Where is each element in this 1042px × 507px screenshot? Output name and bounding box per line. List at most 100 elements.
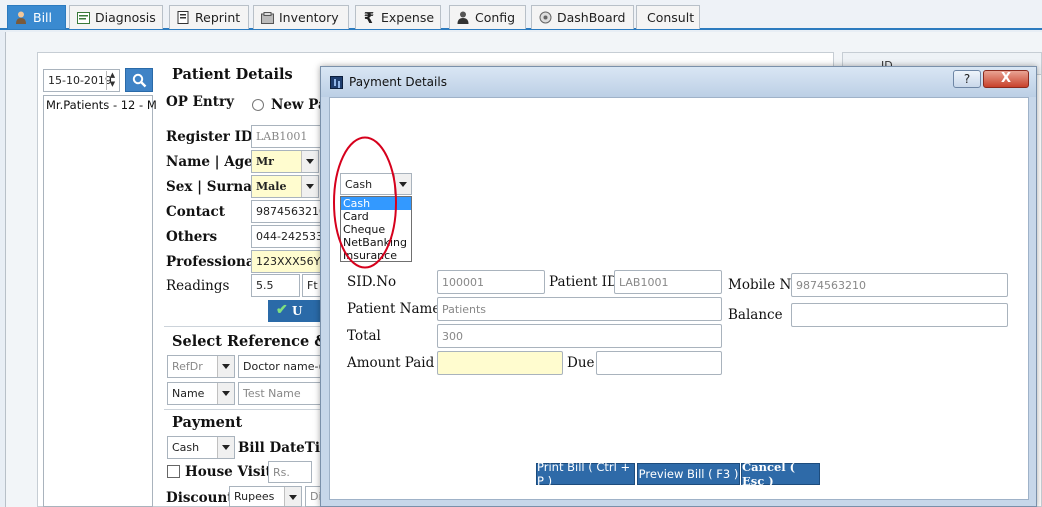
print-bill-button[interactable]: Print Bill ( Ctrl + P ) — [536, 460, 635, 488]
tab-config[interactable]: Config — [449, 5, 526, 29]
inventory-icon — [260, 11, 274, 25]
patient-name-field[interactable]: Patients — [437, 297, 722, 321]
page: { "tabs": [ {"label": "Bill", "icon": "p… — [0, 0, 1042, 507]
house-visit-amount[interactable]: Rs. — [268, 461, 312, 483]
patient-name-label: Patient Name — [347, 301, 441, 317]
tab-expense[interactable]: ₹ Expense — [355, 5, 441, 29]
tab-consult[interactable]: Consult — [636, 5, 700, 29]
reprint-icon — [176, 11, 190, 25]
sex-select[interactable]: Male — [251, 175, 319, 198]
person-icon — [14, 11, 28, 25]
sex-label: Sex | Surnai* — [166, 179, 264, 195]
patient-details-title: Patient Details — [172, 66, 293, 83]
update-button[interactable]: ✔ U — [268, 300, 321, 322]
patient-id-label: Patient ID — [549, 274, 618, 290]
chevron-down-icon — [289, 495, 297, 500]
annotation-circle — [333, 136, 397, 269]
sex-value: Male — [256, 180, 287, 193]
contact-field[interactable]: 9874563210 — [251, 200, 321, 223]
list-item[interactable]: Mr.Patients - 12 - M — [46, 98, 157, 112]
new-patient-radio[interactable] — [252, 99, 264, 111]
date-picker[interactable]: 15-10-2019 ▲ ▼ — [43, 69, 120, 92]
app-icon — [330, 76, 343, 89]
date-spinner[interactable]: ▲ ▼ — [106, 71, 118, 90]
discount-type-select[interactable]: Rupees — [229, 486, 302, 507]
register-id-label: Register ID — [166, 129, 253, 145]
dashboard-icon — [538, 11, 552, 25]
close-button[interactable]: X — [983, 70, 1029, 88]
payment-title: Payment — [172, 414, 243, 431]
date-value: 15-10-2019 — [48, 74, 112, 87]
tab-label: Reprint — [195, 10, 241, 25]
search-button[interactable] — [125, 68, 153, 92]
mobile-label: Mobile No — [728, 277, 800, 293]
tab-reprint[interactable]: Reprint — [169, 5, 249, 29]
diagnosis-icon — [76, 11, 90, 25]
test-name-input[interactable]: Test Name — [238, 382, 322, 405]
professional-label: Professional — [166, 254, 260, 270]
tab-label: Diagnosis — [95, 10, 156, 25]
op-entry-label: OP Entry — [166, 94, 234, 110]
readings-unit[interactable]: Ft — [302, 274, 321, 297]
chevron-down-icon — [306, 159, 314, 164]
name-age-label: Name | Age* — [166, 154, 260, 170]
mobile-field[interactable]: 9874563210 — [791, 273, 1008, 297]
readings-label: Readings — [166, 278, 230, 294]
title-value: Mr — [256, 155, 274, 168]
contact-label: Contact — [166, 204, 226, 220]
update-label: U — [292, 304, 303, 318]
tab-diagnosis[interactable]: Diagnosis — [69, 5, 163, 29]
balance-field[interactable] — [791, 303, 1008, 327]
doctor-select[interactable]: Doctor name-(1) — [238, 355, 322, 378]
dialog-titlebar[interactable]: Payment Details ? X — [321, 67, 1036, 97]
preview-bill-button[interactable]: Preview Bill ( F3 ) — [637, 463, 740, 485]
tab-dashboard[interactable]: DashBoard — [531, 5, 634, 29]
sex-text: Sex | Surnai — [166, 179, 258, 195]
amount-paid-field[interactable] — [437, 351, 563, 375]
chevron-down-icon — [222, 364, 230, 369]
balance-label: Balance — [728, 307, 783, 323]
name-age-text: Name | Age — [166, 154, 253, 170]
discount-type-value: Rupees — [234, 490, 275, 503]
name-select[interactable]: Name — [167, 382, 235, 405]
tab-bill[interactable]: Bill — [7, 5, 66, 29]
readings-field[interactable]: 5.5 — [251, 274, 300, 297]
others-label: Others — [166, 229, 218, 245]
new-patient-label: New Pa — [271, 97, 327, 113]
help-button[interactable]: ? — [953, 70, 981, 88]
tab-label: Expense — [381, 10, 435, 25]
sid-label: SID.No — [347, 274, 397, 290]
patient-id-field[interactable]: LAB1001 — [614, 270, 722, 294]
total-label: Total — [347, 328, 381, 344]
refdr-select[interactable]: RefDr — [167, 355, 235, 378]
payment-mode-value: Cash — [172, 441, 200, 454]
chevron-down-icon — [222, 391, 230, 396]
amount-paid-text: Amount Paid — [347, 355, 435, 371]
total-field[interactable]: 300 — [437, 324, 722, 348]
cancel-button[interactable]: Cancel ( Esc ) — [741, 460, 820, 488]
tab-label: Inventory — [279, 10, 339, 25]
title-select[interactable]: Mr — [251, 150, 319, 173]
payment-mode-select[interactable]: Cash — [167, 436, 235, 459]
discount-label: Discount — [166, 490, 234, 506]
house-visit-checkbox[interactable] — [167, 465, 180, 478]
rupee-icon: ₹ — [363, 8, 375, 27]
house-visit-label: House Visit — [185, 464, 272, 480]
name-select-value: Name — [172, 387, 205, 400]
tab-label: Config — [475, 10, 516, 25]
professional-field[interactable]: 123XXX56YYY — [251, 250, 321, 273]
patient-list[interactable]: Mr.Patients - 12 - M — [43, 95, 157, 507]
search-icon — [132, 73, 147, 92]
tab-inventory[interactable]: Inventory — [253, 5, 349, 29]
chevron-down-icon — [306, 184, 314, 189]
amount-paid-label: Amount Paid * — [347, 355, 445, 371]
tab-bar: Bill Diagnosis Reprint Inventory ₹ Expen… — [0, 0, 1042, 30]
sid-field[interactable]: 100001 — [437, 270, 545, 294]
due-field[interactable] — [596, 351, 722, 375]
dialog-title: Payment Details — [349, 75, 447, 89]
tab-label: Bill — [33, 10, 52, 25]
others-field[interactable]: 044-242533 — [251, 225, 321, 248]
register-id-field[interactable]: LAB1001 — [251, 125, 321, 148]
refdr-value: RefDr — [172, 360, 203, 373]
due-label: Due — [567, 355, 595, 371]
